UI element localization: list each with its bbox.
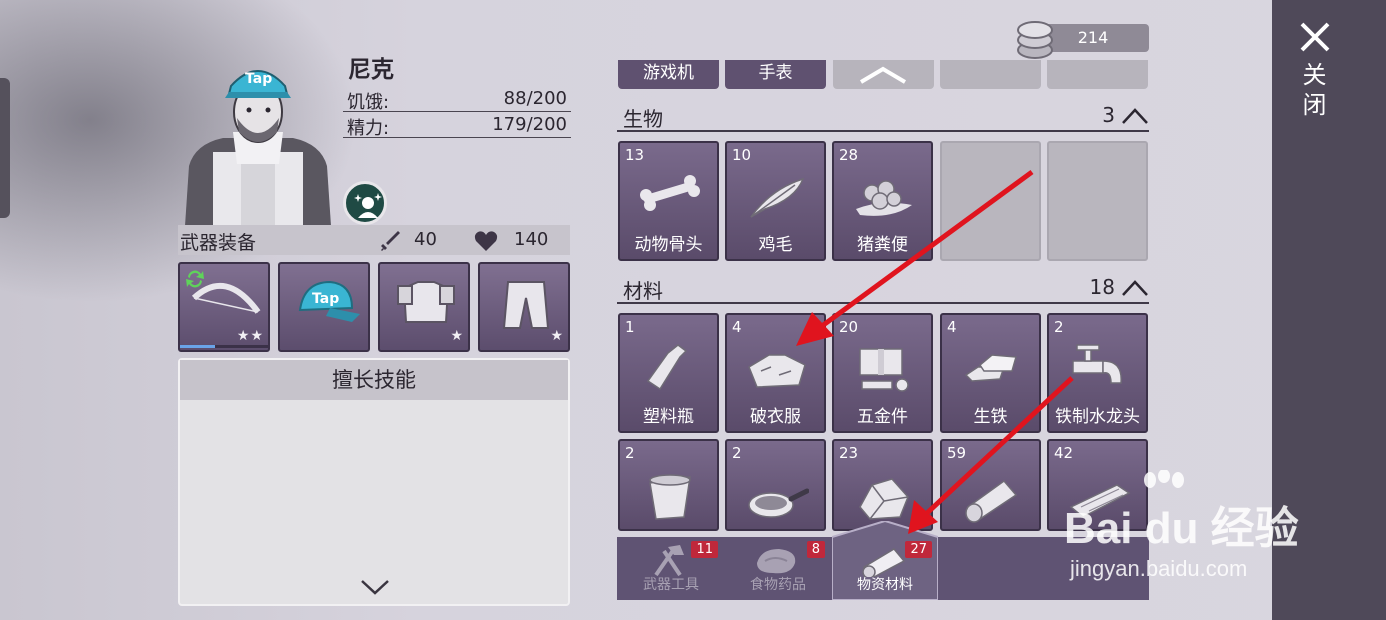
annotation-arrow-line <box>820 169 1034 329</box>
annotation-arrow-line <box>924 376 1074 516</box>
annotation-arrowhead <box>796 312 834 346</box>
watermark-url: jingyan.baidu.com <box>1070 556 1248 581</box>
watermark-brand: Bai du 经验 <box>1064 504 1299 553</box>
